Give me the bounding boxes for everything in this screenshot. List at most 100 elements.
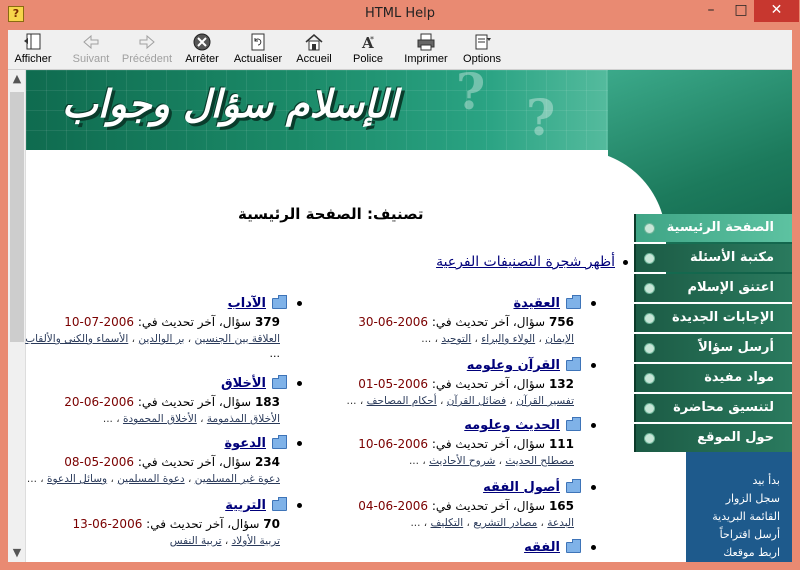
minimize-button[interactable]: – xyxy=(697,0,725,22)
refresh-button[interactable]: Actualiser xyxy=(232,32,284,68)
tree-link-text[interactable]: أظهر شجرة التصنيفات الفرعية xyxy=(436,254,615,270)
more-ellipsis: ... xyxy=(102,413,113,425)
subcategory-link[interactable]: الأخلاق المحمودة xyxy=(123,413,197,425)
bullet xyxy=(591,423,596,428)
show-pane-icon xyxy=(22,32,44,52)
show-label: Afficher xyxy=(14,53,52,65)
category-link[interactable]: العقيدة xyxy=(513,296,560,311)
toolbar: Afficher Suivant Précédent Arrêter Actua… xyxy=(8,30,792,70)
home-button[interactable]: Accueil xyxy=(292,32,336,68)
side-link[interactable]: بدأ بيد xyxy=(686,474,780,492)
nav-bullet-icon xyxy=(644,283,655,294)
next-label: Suivant xyxy=(72,53,110,65)
stop-label: Arrêter xyxy=(185,53,219,65)
close-button[interactable]: ✕ xyxy=(754,0,799,22)
side-link[interactable]: أرسل اقتراحاً xyxy=(686,528,780,546)
site-logo: الإسلام سؤال وجواب xyxy=(62,82,399,126)
side-link[interactable]: القائمة البريدية xyxy=(686,510,780,528)
update-date: 2006-06-04 xyxy=(358,499,428,513)
category-stats: سؤال، آخر تحديث في: xyxy=(431,437,546,451)
category-link[interactable]: أصول الفقه xyxy=(483,480,560,495)
bullet xyxy=(591,545,596,550)
category-link[interactable]: الحديث وعلومه xyxy=(464,418,560,433)
previous-label: Précédent xyxy=(121,53,173,65)
question-mark-icon: ? xyxy=(526,88,556,147)
nav-about[interactable]: حول الموقع xyxy=(634,424,792,452)
help-content[interactable]: ▲ ▼ ? ? ? الإسلام سؤال وجواب تصنيف: الصف… xyxy=(8,70,792,562)
nav-bullet-icon xyxy=(644,373,655,384)
nav-new-answers[interactable]: الإجابات الجديدة xyxy=(634,304,792,332)
next-button[interactable]: Suivant xyxy=(68,32,114,68)
subcategory-link[interactable]: البدعة xyxy=(547,517,574,529)
scroll-thumb[interactable] xyxy=(10,92,24,342)
refresh-icon xyxy=(247,32,269,52)
subcategory-link[interactable]: تربية الأولاد xyxy=(232,535,280,547)
subcategory-link[interactable]: الولاء والبراء xyxy=(481,333,535,345)
stop-button[interactable]: Arrêter xyxy=(182,32,222,68)
nav-lecture[interactable]: لتنسيق محاضرة xyxy=(634,394,792,422)
subcategory-link[interactable]: أحكام المصاحف xyxy=(367,395,437,407)
options-icon xyxy=(471,32,493,52)
nav-home[interactable]: الصفحة الرئيسية xyxy=(634,214,792,242)
bullet xyxy=(297,503,302,508)
subcategory-link[interactable]: العلاقة بين الجنسين xyxy=(195,333,280,345)
question-mark-icon: ? xyxy=(456,70,486,121)
font-button[interactable]: A * Police xyxy=(348,32,388,68)
options-button[interactable]: Options xyxy=(460,32,504,68)
nav-label: مكتبة الأسئلة xyxy=(689,250,774,265)
category-link[interactable]: الفقه xyxy=(524,540,560,555)
subcategory-link[interactable]: وسائل الدعوة xyxy=(47,473,107,485)
side-link[interactable]: سجل الزوار xyxy=(686,492,780,510)
category-link[interactable]: القرآن وعلومه xyxy=(467,358,560,373)
previous-button[interactable]: Précédent xyxy=(120,32,174,68)
subcategory-link[interactable]: التكليف xyxy=(431,517,464,529)
refresh-label: Actualiser xyxy=(233,53,283,65)
subcategory-link[interactable]: دعوة المسلمين xyxy=(117,473,184,485)
scroll-up-icon[interactable]: ▲ xyxy=(8,70,26,88)
stop-icon xyxy=(191,32,213,52)
bullet xyxy=(591,301,596,306)
page-title: تصنيف: الصفحة الرئيسية xyxy=(238,205,424,223)
maximize-button[interactable]: □ xyxy=(727,0,755,22)
nav-label: حول الموقع xyxy=(697,430,774,445)
show-button[interactable]: Afficher xyxy=(14,32,52,68)
question-count: 379 xyxy=(254,315,280,329)
font-label: Police xyxy=(353,53,383,65)
nav-bullet-icon xyxy=(644,433,655,444)
tree-toggle-link[interactable]: أظهر شجرة التصنيفات الفرعية xyxy=(428,254,628,270)
subcategory-link[interactable]: تفسير القرآن xyxy=(516,395,574,407)
subcategory-link[interactable]: مصادر التشريع xyxy=(473,517,537,529)
subcategory-link[interactable]: التوحيد xyxy=(441,333,471,345)
category-link[interactable]: التربية xyxy=(225,498,266,513)
update-date: 2006-06-13 xyxy=(72,517,143,531)
category-stats: سؤال، آخر تحديث في: xyxy=(431,499,546,513)
subcategory-link[interactable]: الإيمان xyxy=(545,333,574,345)
nav-send-question[interactable]: أرسل سؤالاً xyxy=(634,334,792,362)
nav-useful-materials[interactable]: مواد مفيدة xyxy=(634,364,792,392)
subcategory-link[interactable]: الأسماء والكنى والألقاب xyxy=(25,333,128,345)
category-link[interactable]: الأخلاق xyxy=(221,376,266,391)
subcategory-link[interactable]: تربية النفس xyxy=(170,535,222,547)
nav-bullet-icon xyxy=(644,253,655,264)
folder-icon xyxy=(272,295,287,309)
side-link[interactable]: اربط موقعك xyxy=(686,546,780,562)
print-button[interactable]: Imprimer xyxy=(400,32,452,68)
subcategory-link[interactable]: شروح الأحاديث xyxy=(429,455,495,467)
home-icon xyxy=(303,32,325,52)
category-item: الحديث وعلومه 111 سؤال، آخر تحديث في: 20… xyxy=(326,417,596,469)
subcategory-link[interactable]: مصطلح الحديث xyxy=(505,455,574,467)
category-stats: سؤال، آخر تحديث في: xyxy=(137,455,252,469)
nav-embrace-islam[interactable]: اعتنق الإسلام xyxy=(634,274,792,302)
subcategory-link[interactable]: فضائل القرآن xyxy=(447,395,506,407)
nav-question-library[interactable]: مكتبة الأسئلة xyxy=(634,244,792,272)
subcategory-link[interactable]: دعوة غير المسلمين xyxy=(195,473,280,485)
category-link[interactable]: الدعوة xyxy=(224,436,266,451)
category-link[interactable]: الآداب xyxy=(228,296,266,311)
nav-bullet-icon xyxy=(644,403,655,414)
subcategory-link[interactable]: بر الوالدين xyxy=(138,333,184,345)
nav-label: الإجابات الجديدة xyxy=(671,310,774,325)
scroll-down-icon[interactable]: ▼ xyxy=(8,544,26,562)
vertical-scrollbar[interactable]: ▲ ▼ xyxy=(8,70,26,562)
subcategory-link[interactable]: الأخلاق المذمومة xyxy=(207,413,280,425)
question-count: 234 xyxy=(254,455,280,469)
